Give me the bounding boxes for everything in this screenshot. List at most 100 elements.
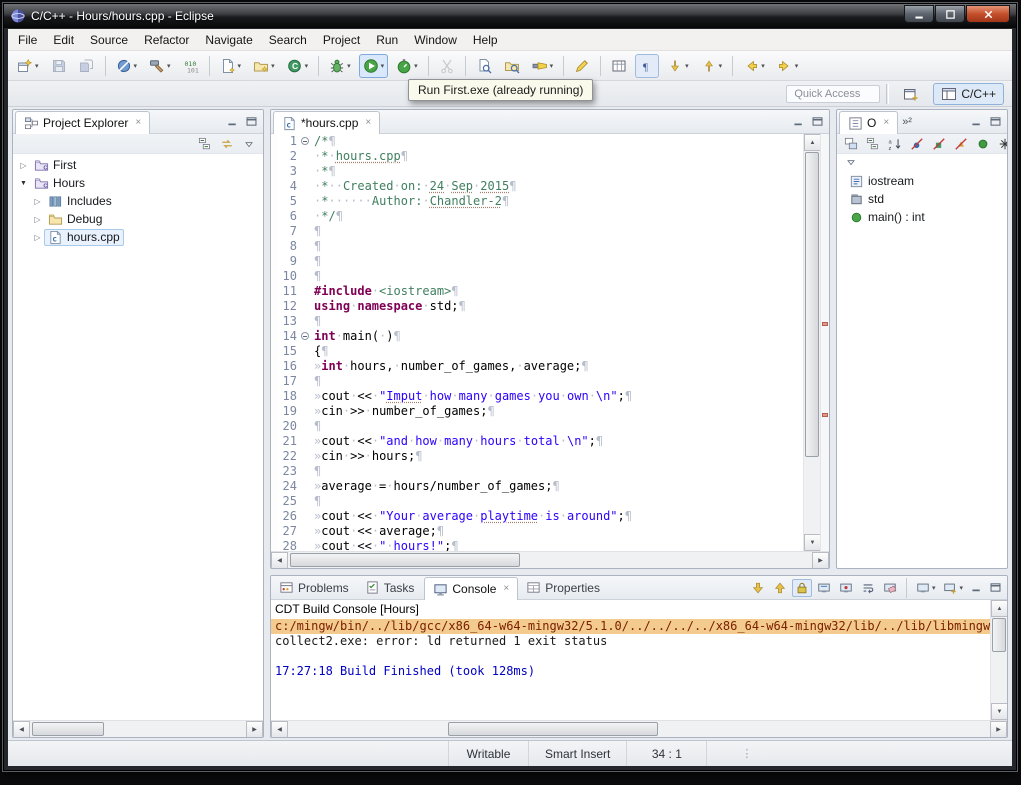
dropdown-arrow-icon[interactable]: ▾ <box>795 62 799 70</box>
code-line-25[interactable]: 25¶ <box>277 494 803 509</box>
tab-tasks[interactable]: Tasks <box>357 576 423 599</box>
back-button[interactable]: ▾ <box>739 54 769 78</box>
dropdown-arrow-icon[interactable]: ▾ <box>719 62 723 70</box>
code-line-3[interactable]: 3·*¶ <box>277 164 803 179</box>
dropdown-arrow-icon[interactable]: ▾ <box>35 62 39 70</box>
scroll-thumb[interactable] <box>448 722 658 736</box>
scroll-up-button[interactable]: ▲ <box>991 600 1008 617</box>
scroll-thumb[interactable] <box>805 152 819 457</box>
toggle-mark-occurrences-button[interactable] <box>607 54 631 78</box>
collapse-arrow-icon[interactable]: ▼ <box>17 180 30 187</box>
code-line-1[interactable]: 1/*¶ <box>277 134 803 149</box>
code-line-26[interactable]: 26»cout·<<·"Your·average·playtime·is·aro… <box>277 509 803 524</box>
code-line-19[interactable]: 19»cin·>>·number_of_games;¶ <box>277 404 803 419</box>
editor-vscrollbar[interactable]: ▲ ▼ <box>803 134 820 551</box>
show-whitespace-button[interactable]: ¶ <box>635 54 659 78</box>
console-hscrollbar[interactable]: ◀ ▶ <box>271 720 1007 737</box>
fold-collapse-icon[interactable] <box>301 137 309 145</box>
code-line-14[interactable]: 14int·main(·)¶ <box>277 329 803 344</box>
display-console-button[interactable]: ▾ <box>913 579 939 597</box>
code-line-5[interactable]: 5·*······Author:·Chandler-2¶ <box>277 194 803 209</box>
fold-column[interactable] <box>299 329 312 344</box>
new-source-file-button[interactable]: ▾ <box>216 54 246 78</box>
new-class-button[interactable]: C▾ <box>283 54 313 78</box>
maximize-view-button[interactable] <box>242 113 260 131</box>
editor-overview-ruler[interactable] <box>820 134 829 551</box>
save-all-button[interactable] <box>75 54 99 78</box>
new-wizard-button[interactable]: ▾ <box>13 54 43 78</box>
console-vscrollbar[interactable]: ▲ ▼ <box>990 600 1007 720</box>
prev-annotation-button[interactable]: ▾ <box>697 54 727 78</box>
code-area[interactable]: 1/*¶2·*·hours.cpp¶3·*¶4·*··Created·on:·2… <box>277 134 803 551</box>
scroll-left-button[interactable]: ◀ <box>271 552 288 569</box>
cut-button[interactable] <box>435 54 459 78</box>
code-line-20[interactable]: 20¶ <box>277 419 803 434</box>
code-line-15[interactable]: 15{¶ <box>277 344 803 359</box>
scroll-left-button[interactable]: ◀ <box>13 721 30 738</box>
dropdown-arrow-icon[interactable]: ▾ <box>238 62 242 70</box>
profile-button[interactable]: ▾ <box>392 54 422 78</box>
nav-down-button[interactable] <box>748 579 768 597</box>
code-line-28[interactable]: 28»cout·<<·"·hours!";¶ <box>277 539 803 551</box>
minimize-view-button[interactable] <box>967 579 985 597</box>
close-editor-icon[interactable]: × <box>365 118 371 128</box>
tab-project-explorer[interactable]: Project Explorer × <box>15 111 150 134</box>
scroll-thumb[interactable] <box>992 618 1006 652</box>
scroll-lock-button[interactable] <box>792 579 812 597</box>
view-menu-button[interactable] <box>239 135 259 153</box>
quick-access-input[interactable]: Quick Access <box>786 85 880 103</box>
forward-button[interactable]: ▾ <box>773 54 803 78</box>
code-line-12[interactable]: 12using·namespace·std;¶ <box>277 299 803 314</box>
scroll-down-button[interactable]: ▼ <box>804 534 821 551</box>
dropdown-arrow-icon[interactable]: ▾ <box>167 62 171 70</box>
dropdown-arrow-icon[interactable]: ▾ <box>271 62 275 70</box>
code-line-21[interactable]: 21»cout·<<·"and·how·many·hours·total·\n"… <box>277 434 803 449</box>
scroll-left-button[interactable]: ◀ <box>271 721 288 738</box>
scroll-right-button[interactable]: ▶ <box>812 552 829 569</box>
close-window-button[interactable] <box>966 5 1010 23</box>
code-line-17[interactable]: 17¶ <box>277 374 803 389</box>
green-circle-button[interactable] <box>973 135 993 153</box>
code-line-9[interactable]: 9¶ <box>277 254 803 269</box>
collapse-all-button[interactable] <box>195 135 215 153</box>
close-view-icon[interactable]: × <box>135 118 141 128</box>
link-editor-button[interactable] <box>217 135 237 153</box>
dropdown-arrow-icon[interactable]: ▾ <box>761 62 765 70</box>
dropdown-arrow-icon[interactable]: ▾ <box>347 62 351 70</box>
tree-item-debug[interactable]: ▷Debug <box>13 210 263 228</box>
save-button[interactable] <box>47 54 71 78</box>
close-view-icon[interactable]: × <box>883 118 889 128</box>
wrap-lines-button[interactable] <box>858 579 878 597</box>
hide-fields-button[interactable] <box>907 135 927 153</box>
open-element-button[interactable] <box>472 54 496 78</box>
fold-collapse-icon[interactable] <box>301 332 309 340</box>
editor-hscrollbar[interactable]: ◀ ▶ <box>271 551 829 568</box>
menu-source[interactable]: Source <box>82 30 136 50</box>
dropdown-arrow-icon[interactable]: ▾ <box>932 584 936 592</box>
code-line-2[interactable]: 2·*·hours.cpp¶ <box>277 149 803 164</box>
code-line-16[interactable]: 16»int·hours,·number_of_games,·average;¶ <box>277 359 803 374</box>
expand-arrow-icon[interactable]: ▷ <box>31 233 44 242</box>
open-resource-button[interactable] <box>500 54 524 78</box>
view-stack-overflow[interactable]: »² <box>898 116 916 128</box>
code-line-27[interactable]: 27»cout·<<·average;¶ <box>277 524 803 539</box>
menu-search[interactable]: Search <box>261 30 315 50</box>
filters-button[interactable] <box>995 135 1008 153</box>
tab-outline[interactable]: O × <box>839 111 898 134</box>
maximize-view-button[interactable] <box>808 113 826 131</box>
scroll-right-button[interactable]: ▶ <box>990 721 1007 738</box>
dropdown-arrow-icon[interactable]: ▾ <box>550 62 554 70</box>
search-button[interactable]: ▾ <box>528 54 558 78</box>
show-stderr-button[interactable] <box>836 579 856 597</box>
annotation-mark[interactable] <box>822 413 828 417</box>
maximize-view-button[interactable] <box>986 113 1004 131</box>
scroll-down-button[interactable]: ▼ <box>991 703 1008 720</box>
show-stdout-button[interactable] <box>814 579 834 597</box>
tree-item-first[interactable]: ▷CFirst <box>13 156 263 174</box>
debug-button[interactable]: ▾ <box>325 54 355 78</box>
tree-item-hours[interactable]: ▼CHours <box>13 174 263 192</box>
scroll-thumb[interactable] <box>290 553 520 567</box>
title-bar[interactable]: C/C++ - Hours/hours.cpp - Eclipse <box>4 4 1016 28</box>
code-line-4[interactable]: 4·*··Created·on:·24·Sep·2015¶ <box>277 179 803 194</box>
dropdown-arrow-icon[interactable]: ▾ <box>414 62 418 70</box>
